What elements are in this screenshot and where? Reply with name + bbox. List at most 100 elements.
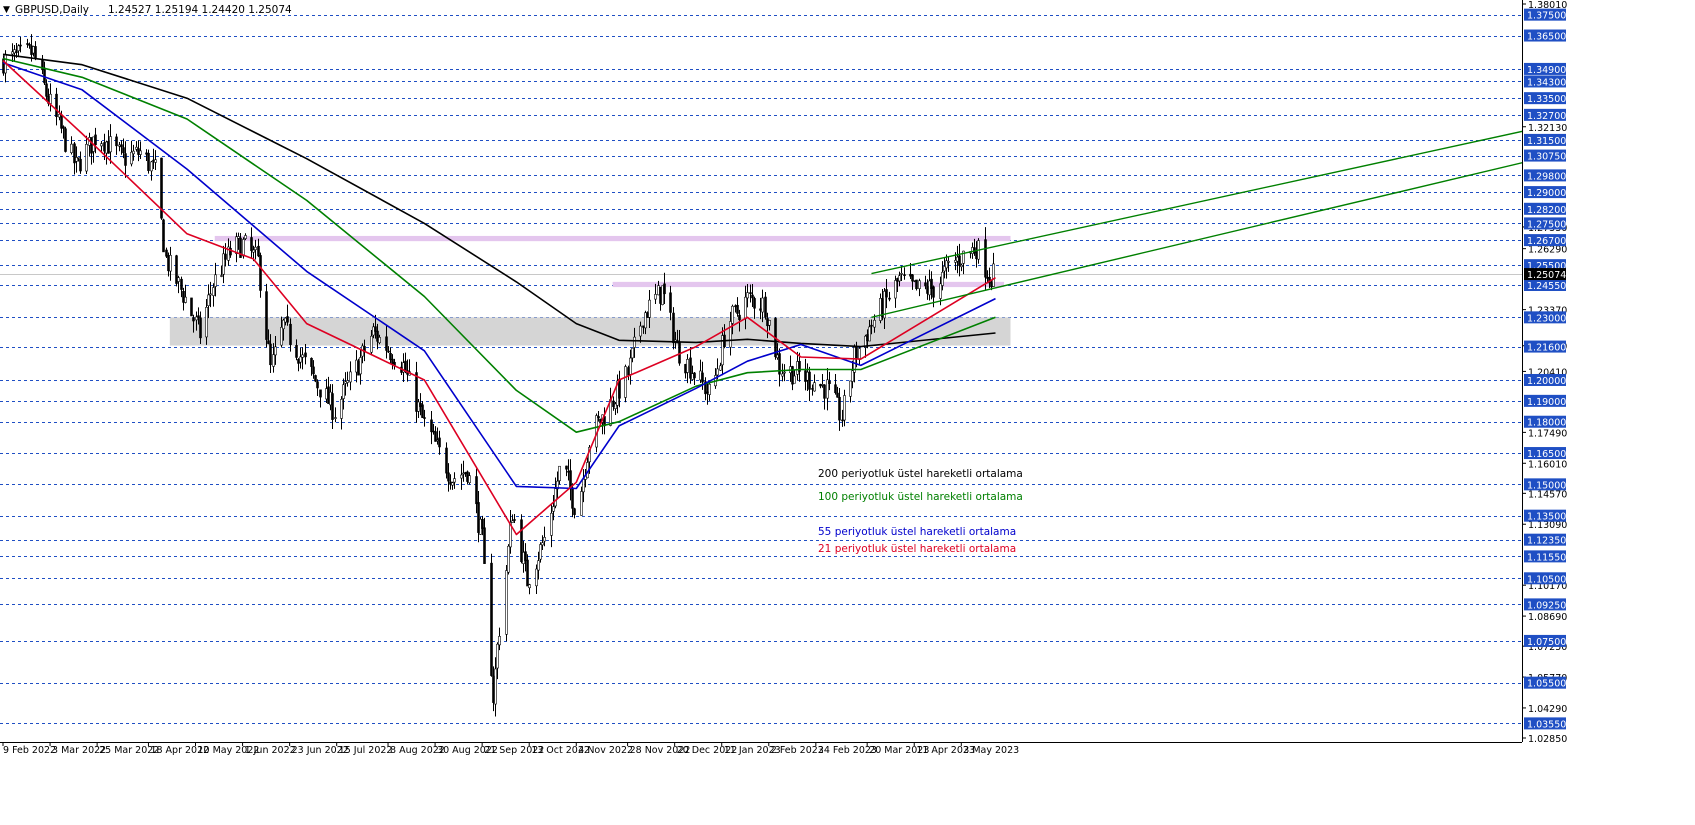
- price-tick-label: 1.17490: [1528, 428, 1567, 439]
- candle-body: [958, 255, 961, 266]
- time-tick-label: 3 Mar 2022: [52, 745, 106, 756]
- candle-body: [924, 282, 927, 287]
- candle-body: [340, 399, 343, 419]
- candle-body: [984, 239, 987, 278]
- price-tick-label: 1.08690: [1528, 612, 1567, 623]
- candle-body: [629, 357, 632, 375]
- candle-body: [314, 375, 317, 382]
- candle-body: [319, 389, 322, 398]
- level-price-label: 1.29000: [1527, 188, 1566, 199]
- candle-body: [342, 384, 345, 399]
- candle-body: [783, 371, 786, 374]
- candle-body: [207, 294, 210, 307]
- candle-body: [580, 491, 583, 516]
- candle-body: [498, 636, 501, 646]
- candle-body: [513, 519, 516, 521]
- candle-body: [295, 345, 298, 358]
- legend-item: 200 periyotluk üstel hareketli ortalama: [818, 468, 1023, 480]
- candle-body: [505, 570, 508, 635]
- candle-body: [349, 371, 352, 383]
- candle-body: [511, 520, 514, 523]
- time-tick-label: 9 Feb 2022: [3, 745, 56, 756]
- candle-body: [481, 519, 484, 529]
- candle-body: [370, 335, 373, 353]
- candle-body: [165, 249, 168, 257]
- candle-body: [719, 365, 722, 371]
- price-tick-label: 1.16010: [1528, 459, 1567, 470]
- level-price-label: 1.36500: [1527, 32, 1566, 43]
- candle-body: [280, 327, 283, 346]
- candle-body: [145, 152, 148, 155]
- level-price-label: 1.18000: [1527, 418, 1566, 429]
- level-price-label: 1.07500: [1527, 637, 1566, 648]
- candle-body: [19, 44, 22, 47]
- pivot-band: [612, 281, 1005, 288]
- candle-body: [107, 140, 110, 154]
- candle-body: [105, 141, 108, 154]
- candle-body: [693, 372, 696, 379]
- candle-body: [73, 143, 76, 164]
- candle-body: [764, 296, 767, 318]
- chart-area[interactable]: 200 periyotluk üstel hareketli ortalama 1…: [0, 0, 1695, 821]
- candle-body: [359, 357, 362, 375]
- candle-body: [77, 156, 80, 159]
- candle-body: [768, 320, 771, 326]
- level-price-label: 1.10500: [1527, 574, 1566, 585]
- candle-body: [15, 51, 18, 53]
- candle-body: [212, 287, 215, 296]
- candle-body: [932, 286, 935, 298]
- candle-body: [55, 93, 58, 118]
- level-price-label: 1.29800: [1527, 171, 1566, 182]
- candle-body: [524, 551, 527, 562]
- candle-body: [468, 475, 471, 484]
- candle-body: [868, 326, 871, 342]
- legend-item: 55 periyotluk üstel hareketli ortalama: [818, 526, 1016, 538]
- level-price-label: 1.30750: [1527, 152, 1566, 163]
- candle-body: [199, 317, 202, 339]
- level-price-label: 1.15000: [1527, 480, 1566, 491]
- candle-body: [669, 292, 672, 313]
- price-chart[interactable]: 200 periyotluk üstel hareketli ortalama 1…: [0, 0, 1695, 821]
- candle-body: [224, 253, 227, 260]
- level-price-label: 1.03550: [1527, 719, 1566, 730]
- candle-body: [894, 280, 897, 299]
- candle-body: [898, 275, 901, 282]
- level-price-label: 1.26700: [1527, 236, 1566, 247]
- level-price-label: 1.27500: [1527, 219, 1566, 230]
- candle-body: [701, 372, 704, 383]
- candle-body: [214, 274, 217, 287]
- candle-body: [137, 148, 140, 155]
- candle-body: [451, 482, 454, 486]
- candle-body: [849, 380, 852, 397]
- candle-body: [132, 150, 135, 155]
- candle-body: [139, 150, 142, 155]
- candle-body: [836, 392, 839, 398]
- candle-body: [453, 478, 456, 483]
- time-tick-label: 1 Jun 2022: [245, 745, 296, 756]
- candle-body: [749, 292, 752, 294]
- candle-body: [633, 336, 636, 348]
- candle-body: [182, 290, 185, 303]
- candle-body: [639, 325, 642, 337]
- candle-body: [180, 278, 183, 290]
- level-price-label: 1.23000: [1527, 313, 1566, 324]
- candle-body: [378, 337, 381, 344]
- candle-body: [828, 380, 831, 384]
- candle-body: [389, 353, 392, 360]
- level-price-label: 1.16500: [1527, 449, 1566, 460]
- candle-body: [169, 255, 172, 272]
- candle-body: [729, 321, 732, 348]
- candle-body: [124, 153, 127, 166]
- candle-body: [222, 253, 225, 275]
- candle-body: [624, 366, 627, 398]
- candle-body: [49, 93, 52, 104]
- candle-body: [252, 249, 255, 253]
- candle-body: [190, 297, 193, 317]
- candle-body: [808, 371, 811, 390]
- legend-item: 100 periyotluk üstel hareketli ortalama: [818, 491, 1023, 503]
- candle-body: [947, 261, 950, 263]
- level-price-label: 1.28200: [1527, 205, 1566, 216]
- candle-body: [672, 312, 675, 344]
- candle-body: [753, 298, 756, 309]
- candle-body: [103, 142, 106, 152]
